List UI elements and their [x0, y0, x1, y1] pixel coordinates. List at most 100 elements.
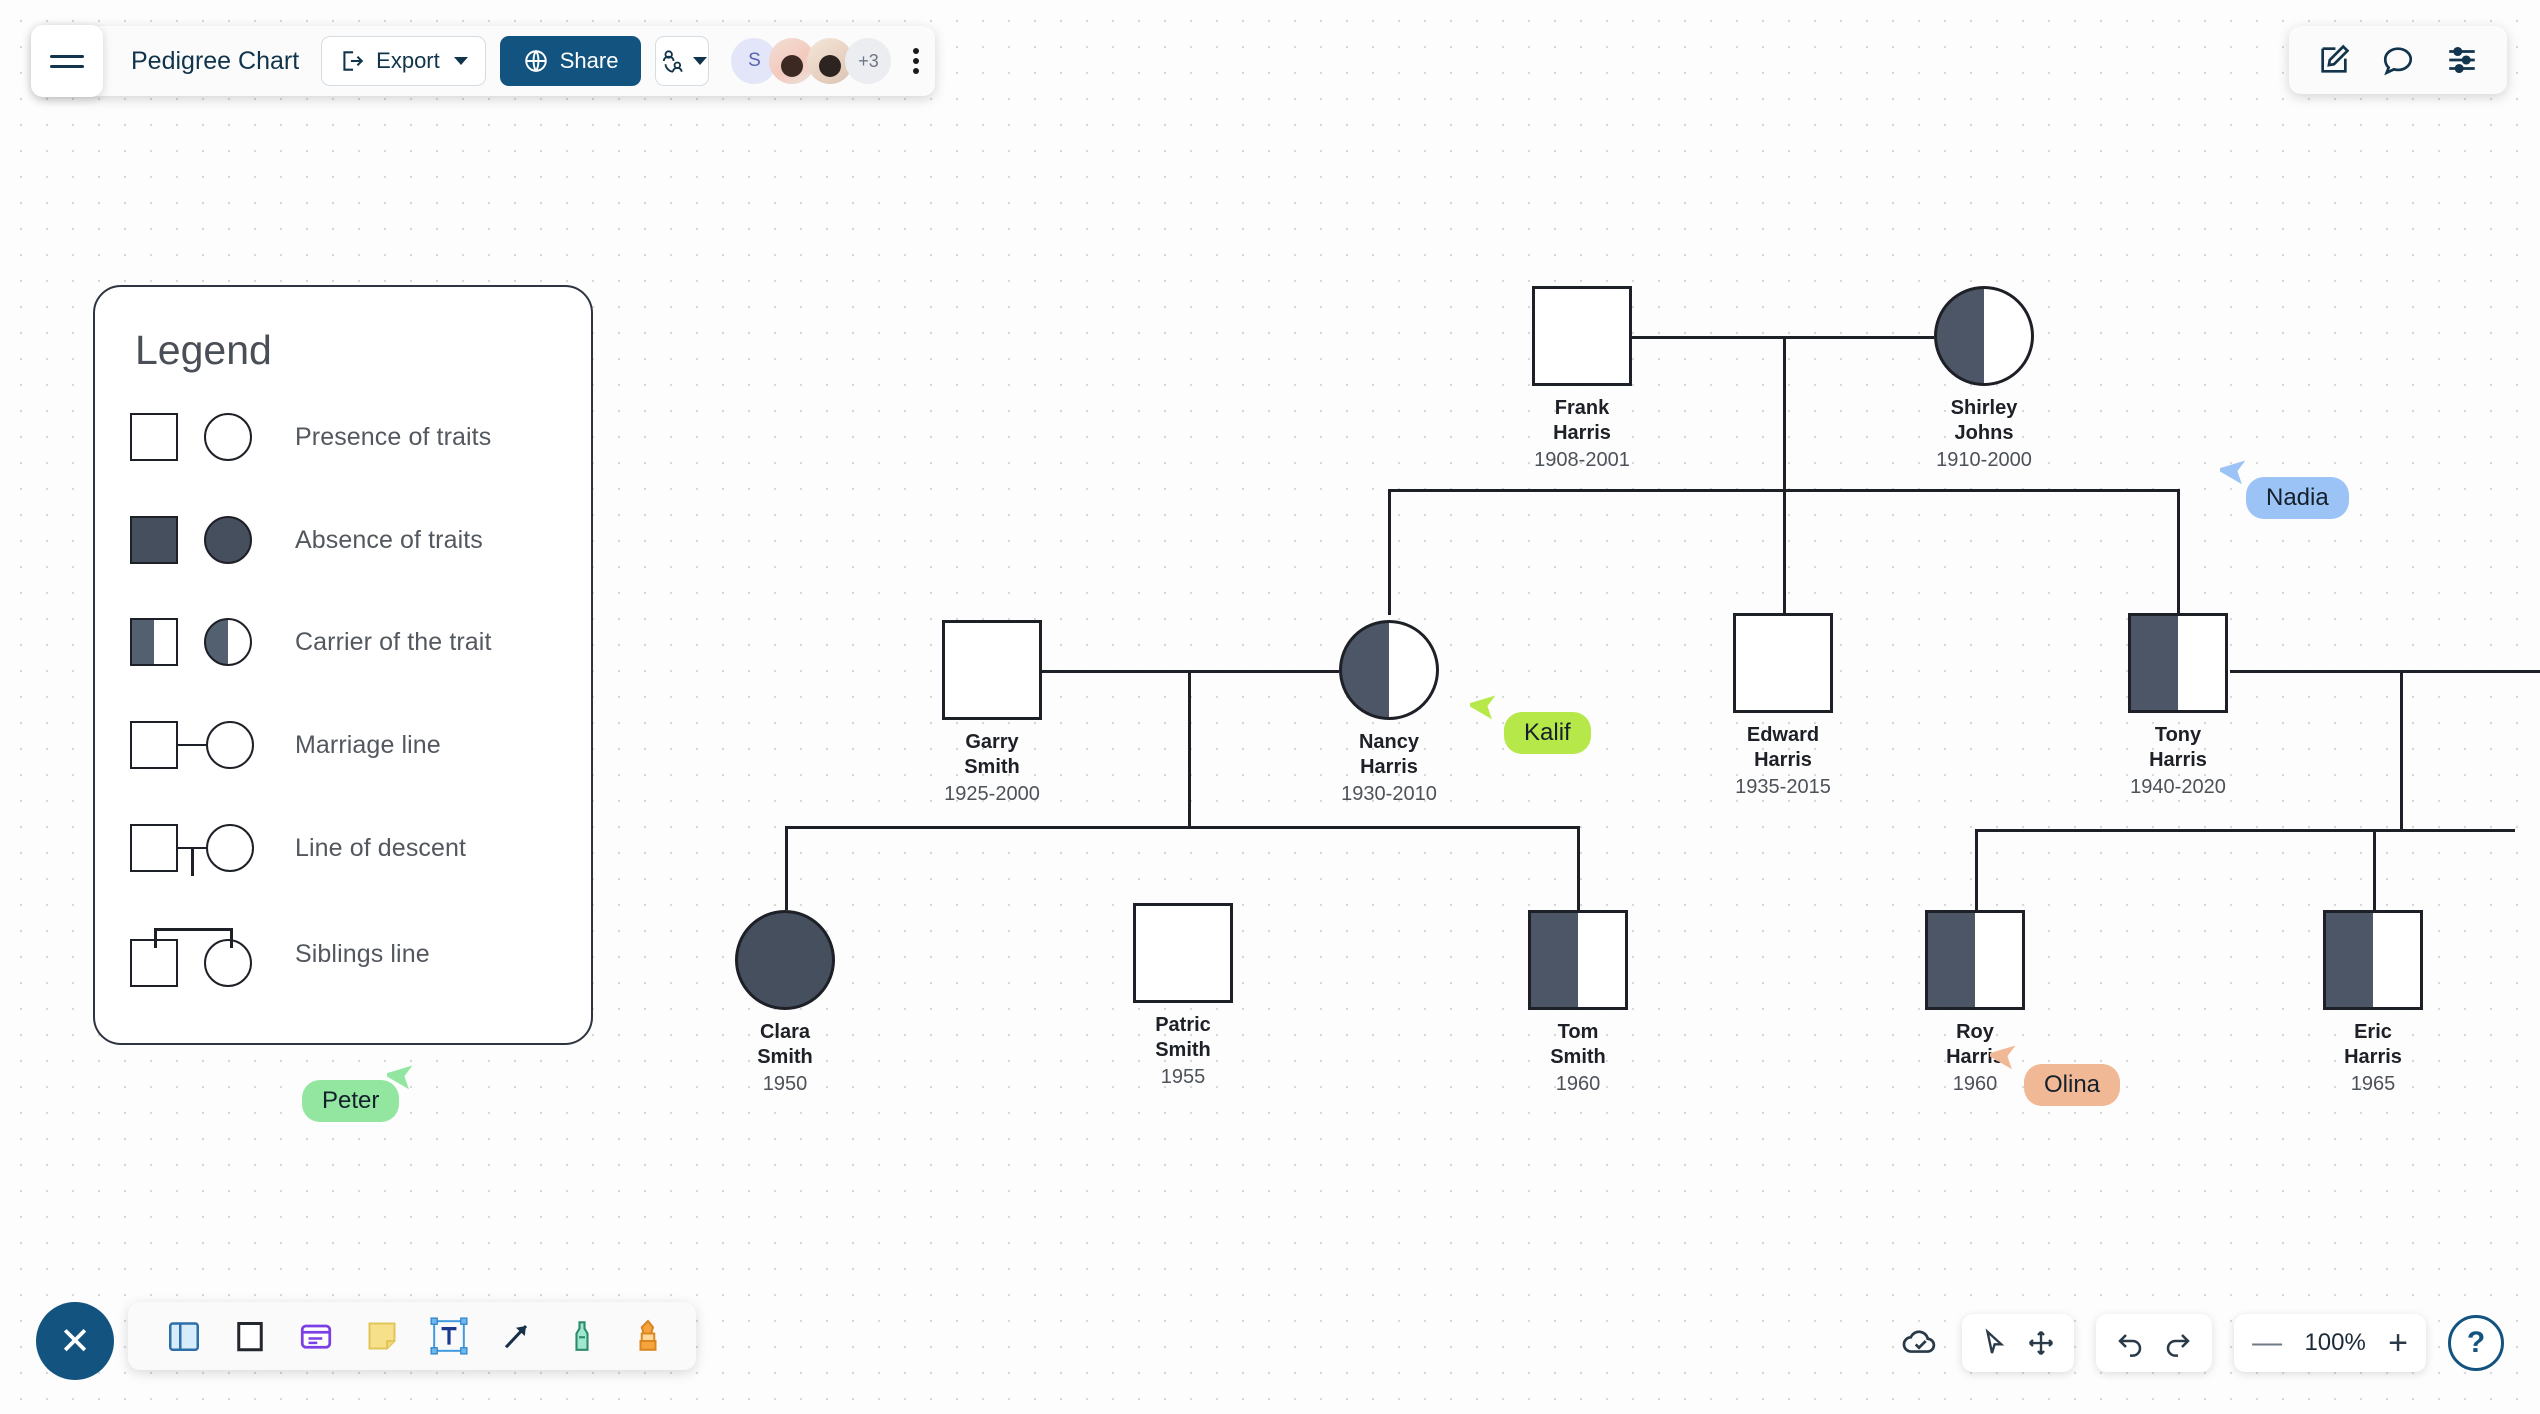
edit-button[interactable]	[2317, 43, 2351, 77]
legend-title: Legend	[135, 327, 272, 373]
circle-open-icon	[204, 939, 252, 987]
pen-tool-button[interactable]	[562, 1316, 602, 1356]
person-years: 1960	[1555, 1073, 1601, 1095]
person-years: 1965	[2350, 1073, 2396, 1095]
cursor-pointer-icon	[387, 1065, 413, 1090]
person-node-frank[interactable]: Frank Harris 1908-2001	[1532, 286, 1662, 472]
shape-tool-button[interactable]	[230, 1316, 270, 1356]
cursor-peter: Peter	[302, 1060, 413, 1122]
canvas[interactable]: Frank Harris 1908-2001 Shirley Johns 1910-…	[0, 0, 2540, 1414]
person-name: Patric Smith	[1155, 1014, 1211, 1061]
undo-button[interactable]	[2114, 1327, 2146, 1359]
avatar-overflow[interactable]: +3	[845, 38, 892, 84]
person-symbol-square	[1528, 910, 1628, 1010]
top-right-toolbar	[2289, 26, 2507, 94]
help-button[interactable]: ?	[2448, 1315, 2504, 1371]
rectangle-icon	[237, 1322, 263, 1352]
zoom-level-label[interactable]: 100%	[2298, 1329, 2372, 1357]
card-icon	[300, 1324, 332, 1349]
share-permissions-button[interactable]	[655, 36, 710, 86]
select-tool-button[interactable]	[1980, 1328, 2010, 1358]
cursor-kalif: Kalif	[1470, 690, 1591, 754]
undo-icon	[2118, 1334, 2142, 1357]
sibling-drop-clara	[785, 826, 788, 910]
legend-symbols	[95, 516, 295, 564]
siblings-drop-left-icon	[154, 928, 157, 948]
person-years: 1950	[762, 1073, 808, 1095]
person-node-patric[interactable]: Patric Smith 1955	[1133, 903, 1263, 1089]
highlighter-icon	[639, 1319, 657, 1351]
sibling-drop-tom	[1577, 826, 1580, 910]
chevron-down-icon	[692, 57, 707, 65]
move-icon	[2029, 1330, 2054, 1356]
person-name: Nancy Harris	[1358, 731, 1420, 778]
person-node-tony[interactable]: Tony Harris 1940-2020	[2128, 613, 2258, 799]
chevron-down-icon	[453, 57, 468, 65]
bottom-right-controls: — 100% + ?	[1900, 1314, 2504, 1372]
person-years: 1930-2010	[1341, 783, 1437, 805]
person-node-eric[interactable]: Eric Harris 1965	[2323, 910, 2453, 1096]
legend-panel[interactable]: Legend Presence of traits Absence of tra…	[93, 285, 593, 1045]
legend-row-marriage: Marriage line	[95, 700, 591, 790]
person-name: Frank Harris	[1553, 397, 1611, 444]
document-title[interactable]: Pedigree Chart	[103, 47, 321, 76]
descent-drop-icon	[191, 848, 194, 876]
zoom-group: — 100% +	[2234, 1314, 2426, 1372]
square-half-icon	[130, 618, 178, 666]
circle-open-icon	[206, 824, 254, 872]
person-symbol-square	[2128, 613, 2228, 713]
sibling-drop-edward	[1783, 489, 1786, 613]
close-tools-button[interactable]: ✕	[36, 1302, 114, 1380]
settings-button[interactable]	[2445, 43, 2479, 77]
legend-label: Line of descent	[295, 833, 467, 862]
person-node-tom[interactable]: Tom Smith 1960	[1528, 910, 1658, 1096]
sliders-icon	[2449, 46, 2475, 74]
cursor-label: Nadia	[2246, 477, 2349, 519]
more-options-button[interactable]	[913, 48, 920, 74]
person-node-nancy[interactable]: Nancy Harris 1930-2010	[1339, 620, 1469, 806]
collaborator-avatars[interactable]: S +3	[731, 38, 892, 84]
pointer-mode-group	[1962, 1314, 2075, 1372]
export-button[interactable]: Export	[321, 36, 486, 86]
person-symbol-square	[1925, 910, 2025, 1010]
legend-label: Siblings line	[295, 939, 430, 968]
cursor-pointer-icon	[1470, 695, 1496, 720]
cursor-olina: Olina	[1990, 1040, 2121, 1106]
person-years: 1940-2020	[2130, 776, 2226, 798]
person-node-garry[interactable]: Garry Smith 1925-2000	[942, 620, 1072, 806]
highlighter-tool-button[interactable]	[628, 1316, 668, 1356]
pan-tool-button[interactable]	[2026, 1328, 2056, 1358]
zoom-out-button[interactable]: —	[2252, 1328, 2282, 1358]
person-name: Garry Smith	[964, 731, 1020, 778]
legend-row-presence: Presence of traits	[95, 392, 591, 482]
legend-label: Carrier of the trait	[295, 627, 492, 656]
hamburger-menu-button[interactable]	[31, 25, 103, 97]
person-node-edward[interactable]: Edward Harris 1935-2015	[1733, 613, 1863, 799]
arrow-tool-button[interactable]	[496, 1316, 536, 1356]
zoom-in-button[interactable]: +	[2388, 1326, 2408, 1360]
sibling-bar-gen3-left	[785, 826, 1580, 829]
person-node-clara[interactable]: Clara Smith 1950	[735, 910, 865, 1096]
person-name: Tom Smith	[1550, 1021, 1606, 1068]
comment-button[interactable]	[2381, 43, 2415, 77]
cursor-label: Peter	[302, 1080, 400, 1122]
person-name: Edward Harris	[1746, 724, 1820, 771]
card-tool-button[interactable]	[296, 1316, 336, 1356]
legend-row-carrier: Carrier of the trait	[95, 597, 591, 687]
share-button[interactable]: Share	[499, 36, 642, 86]
person-years: 1910-2000	[1936, 449, 2032, 471]
legend-symbols	[95, 413, 295, 461]
pen-icon	[575, 1321, 589, 1351]
sibling-drop-tony	[2177, 489, 2180, 613]
sticky-note-tool-button[interactable]	[362, 1316, 402, 1356]
table-icon	[169, 1322, 199, 1351]
save-status-button[interactable]	[1900, 1323, 1940, 1363]
text-tool-button[interactable]	[428, 1315, 470, 1357]
arrow-icon	[504, 1324, 528, 1349]
table-tool-button[interactable]	[164, 1316, 204, 1356]
person-node-shirley[interactable]: Shirley Johns 1910-2000	[1934, 286, 2064, 472]
redo-button[interactable]	[2162, 1327, 2194, 1359]
cursor-nadia: Nadia	[2220, 455, 2349, 519]
tool-dock	[128, 1302, 696, 1370]
kebab-dot	[913, 48, 920, 54]
